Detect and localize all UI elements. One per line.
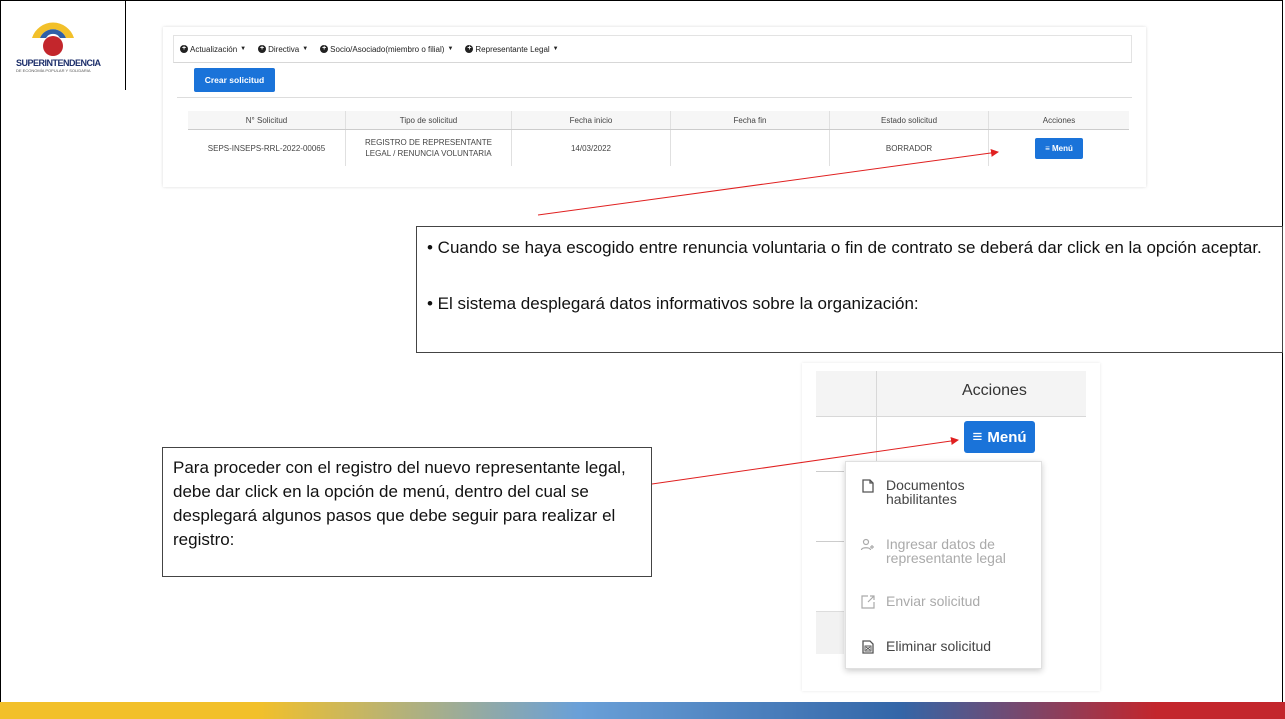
arrow-to-menu-big [651, 437, 959, 485]
annotation-arrows [537, 148, 999, 485]
arrow-to-menu-small [537, 148, 999, 216]
footer-color-bar [0, 702, 1285, 719]
